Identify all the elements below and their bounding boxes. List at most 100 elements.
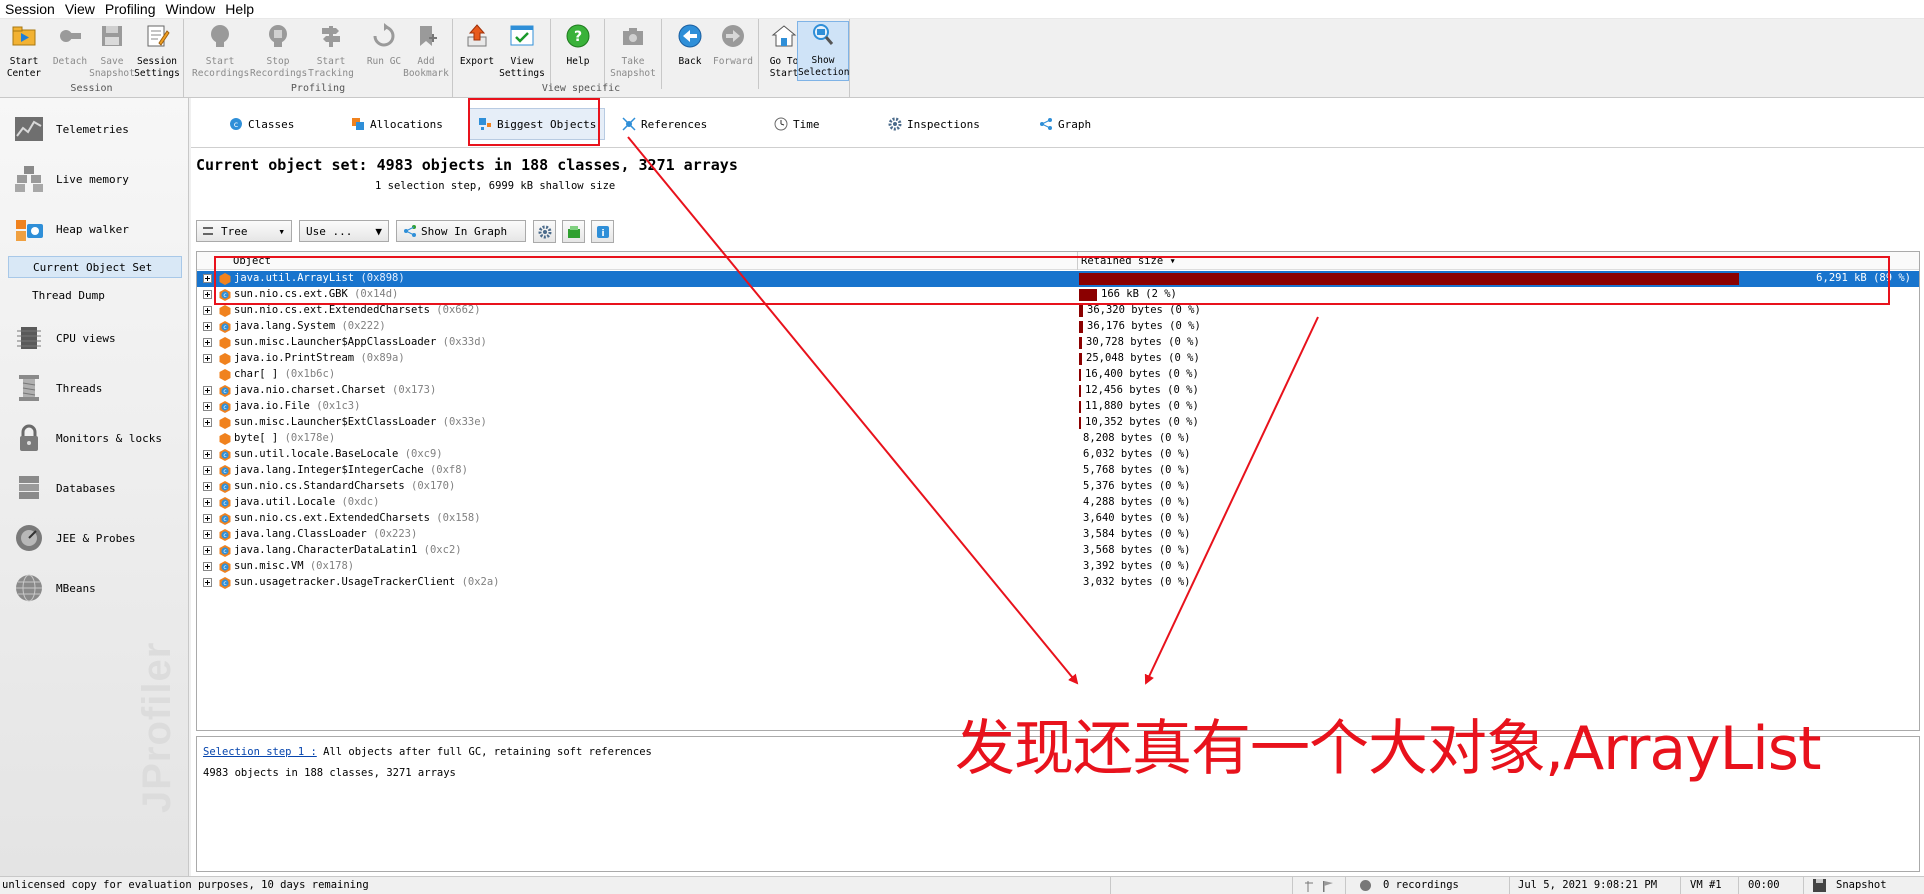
expand-toggle-icon[interactable]: [203, 418, 212, 427]
expand-toggle-icon[interactable]: [203, 450, 212, 459]
expand-toggle-icon[interactable]: [203, 466, 212, 475]
detach-button[interactable]: Detach: [46, 23, 94, 81]
view-settings-button[interactable]: View Settings: [498, 23, 546, 81]
table-row[interactable]: sun.misc.Launcher$AppClassLoader (0x33d)…: [197, 335, 1919, 351]
sidebar-item-label: Databases: [56, 481, 116, 495]
export-small-button[interactable]: [562, 220, 585, 243]
expand-toggle-icon[interactable]: [203, 306, 212, 315]
table-row[interactable]: sun.misc.Launcher$ExtClassLoader (0x33e)…: [197, 415, 1919, 431]
expand-toggle-icon[interactable]: [203, 354, 212, 363]
sidebar-item-live-memory[interactable]: Live memory: [14, 159, 184, 199]
expand-toggle-icon[interactable]: [203, 274, 212, 283]
expand-toggle-icon[interactable]: [203, 482, 212, 491]
table-row[interactable]: c java.lang.System (0x222) 36,176 bytes (0…: [197, 319, 1919, 335]
table-row[interactable]: c java.lang.Integer$IntegerCache (0xf8) 5,…: [197, 463, 1919, 479]
view-settings-small-button[interactable]: [533, 220, 556, 243]
help-button[interactable]: ? Help: [554, 23, 602, 81]
stop-recordings-button[interactable]: Stop Recordings: [250, 23, 307, 81]
expand-toggle-icon[interactable]: [203, 402, 212, 411]
tab-time[interactable]: Time: [774, 108, 820, 140]
retained-size-bar: [1079, 273, 1739, 285]
table-row[interactable]: c java.nio.charset.Charset (0x173) 12,456 …: [197, 383, 1919, 399]
table-row[interactable]: c java.lang.ClassLoader (0x223) 3,584 byte…: [197, 527, 1919, 543]
table-row[interactable]: c sun.nio.cs.ext.GBK (0x14d) 166 kB (2 %): [197, 287, 1919, 303]
object-id: (0x33d): [442, 336, 487, 348]
info-button[interactable]: i: [591, 220, 614, 243]
table-row[interactable]: c sun.nio.cs.ext.ExtendedCharsets (0x158)…: [197, 511, 1919, 527]
tab-biggest-objects[interactable]: Biggest Objects: [469, 108, 606, 140]
table-row[interactable]: c sun.nio.cs.StandardCharsets (0x170) 5,37…: [197, 479, 1919, 495]
expand-toggle-icon[interactable]: [203, 514, 212, 523]
menu-session[interactable]: Session: [0, 0, 60, 18]
dropdown-arrow-icon: ▼: [375, 224, 382, 238]
expand-toggle-icon[interactable]: [203, 578, 212, 587]
biggest-objects-table: Object Retained size ▾ java.util.ArrayLi…: [196, 251, 1920, 731]
table-row[interactable]: c sun.usagetracker.UsageTrackerClient (0x…: [197, 575, 1919, 591]
expand-toggle-icon[interactable]: [203, 562, 212, 571]
tab-allocations[interactable]: Allocations: [351, 108, 443, 140]
sidebar-item-monitors-locks[interactable]: Monitors & locks: [14, 418, 184, 458]
show-selection-button[interactable]: Show Selection: [797, 21, 849, 81]
session-settings-button[interactable]: Session Settings: [133, 23, 181, 81]
object-id: (0x33e): [442, 416, 487, 428]
object-id: (0x89a): [360, 352, 405, 364]
table-row[interactable]: char[ ] (0x1b6c) 16,400 bytes (0 %): [197, 367, 1919, 383]
save-snapshot-button[interactable]: Save Snapshot: [88, 23, 136, 81]
menu-view[interactable]: View: [60, 0, 100, 18]
sidebar-item-threads[interactable]: Threads: [14, 368, 184, 408]
expand-toggle-icon[interactable]: [203, 530, 212, 539]
retained-size-value: 16,400 bytes (0 %): [1085, 368, 1199, 380]
expand-toggle-icon[interactable]: [203, 386, 212, 395]
table-row[interactable]: c sun.misc.VM (0x178) 3,392 bytes (0 %): [197, 559, 1919, 575]
expand-toggle-icon[interactable]: [203, 338, 212, 347]
svg-text:c: c: [223, 484, 226, 491]
table-row[interactable]: java.util.ArrayList (0x898) 6,291 kB (89 …: [197, 271, 1919, 287]
run-gc-button[interactable]: Run GC: [360, 23, 408, 81]
expand-toggle-icon[interactable]: [203, 546, 212, 555]
menu-window[interactable]: Window: [161, 0, 221, 18]
sidebar-item-cpu-views[interactable]: CPU views: [14, 318, 184, 358]
table-row[interactable]: sun.nio.cs.ext.ExtendedCharsets (0x662) 3…: [197, 303, 1919, 319]
tab-references[interactable]: References: [622, 108, 707, 140]
table-row[interactable]: c java.lang.CharacterDataLatin1 (0xc2) 3,5…: [197, 543, 1919, 559]
sidebar-item-telemetries[interactable]: Telemetries: [14, 109, 184, 149]
start-tracking-button[interactable]: Start Tracking: [306, 23, 356, 81]
graph-icon: [1040, 118, 1052, 130]
back-button[interactable]: Back: [666, 23, 714, 81]
tab-inspections[interactable]: Inspections: [888, 108, 980, 140]
expand-toggle-icon[interactable]: [203, 498, 212, 507]
menu-help[interactable]: Help: [220, 0, 259, 18]
column-header-retained-size[interactable]: Retained size ▾: [1081, 255, 1176, 267]
start-tracking-label-1: Start: [316, 56, 346, 67]
export-button[interactable]: Export: [453, 23, 501, 81]
add-bookmark-button[interactable]: Add Bookmark: [402, 23, 450, 81]
table-row[interactable]: byte[ ] (0x178e) 8,208 bytes (0 %): [197, 431, 1919, 447]
take-snapshot-button[interactable]: Take Snapshot: [609, 23, 657, 81]
forward-button[interactable]: Forward: [709, 23, 757, 81]
tab-graph[interactable]: Graph: [1039, 108, 1091, 140]
expand-toggle-icon[interactable]: [203, 290, 212, 299]
view-mode-select[interactable]: Tree ▾: [196, 220, 292, 242]
column-divider[interactable]: [1077, 252, 1078, 270]
sidebar-item-jee-probes[interactable]: JEE & Probes: [14, 518, 184, 558]
sidebar-item-databases[interactable]: Databases: [14, 468, 184, 508]
sidebar-subitem-thread-dump[interactable]: Thread Dump: [8, 285, 182, 307]
table-row[interactable]: c java.io.File (0x1c3) 11,880 bytes (0 %): [197, 399, 1919, 415]
selection-summary: 4983 objects in 188 classes, 3271 arrays: [203, 767, 456, 779]
sidebar-item-heap-walker[interactable]: Heap walker: [14, 209, 184, 249]
expand-toggle-icon[interactable]: [203, 322, 212, 331]
start-recordings-button[interactable]: Start Recordings: [192, 23, 249, 81]
column-header-object[interactable]: Object: [233, 255, 271, 267]
menu-profiling[interactable]: Profiling: [100, 0, 161, 18]
selection-step-link[interactable]: Selection step 1 :: [203, 746, 317, 758]
table-row[interactable]: c java.util.Locale (0xdc) 4,288 bytes (0 %…: [197, 495, 1919, 511]
start-center-button[interactable]: Start Center: [0, 23, 48, 81]
allocations-icon: [352, 118, 364, 130]
sidebar-item-mbeans[interactable]: MBeans: [14, 568, 184, 608]
table-row[interactable]: java.io.PrintStream (0x89a) 25,048 bytes …: [197, 351, 1919, 367]
tab-classes[interactable]: c Classes: [229, 108, 294, 140]
table-row[interactable]: c sun.util.locale.BaseLocale (0xc9) 6,032 …: [197, 447, 1919, 463]
sidebar-subitem-current-object-set[interactable]: Current Object Set: [8, 256, 182, 278]
show-in-graph-button[interactable]: Show In Graph: [396, 220, 526, 242]
use-menu-button[interactable]: Use ... ▼: [299, 220, 389, 242]
